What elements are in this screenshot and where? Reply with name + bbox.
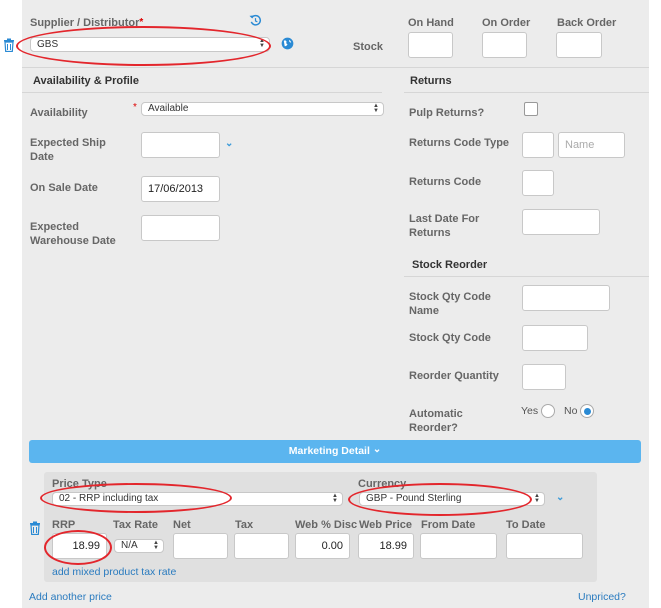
stock-label: Stock <box>353 41 383 53</box>
returns-code-label: Returns Code <box>409 176 482 188</box>
supplier-label: Supplier / Distributor* <box>30 17 144 29</box>
rrp-input[interactable]: 18.99 <box>52 533 107 559</box>
delete-supplier-icon[interactable] <box>3 38 15 52</box>
expected-ship-date-label: Expected Ship Date <box>30 137 106 163</box>
required-marker: * <box>133 102 137 113</box>
select-arrows-icon: ▲ ▼ <box>373 103 379 114</box>
tax-label: Tax <box>235 519 254 531</box>
stock-qty-code-label: Stock Qty Code <box>409 332 491 344</box>
returns-code-type-label: Returns Code Type <box>409 137 510 149</box>
on-hand-input[interactable] <box>408 32 453 58</box>
web-disc-input[interactable]: 0.00 <box>295 533 350 559</box>
reorder-quantity-label: Reorder Quantity <box>409 370 499 382</box>
pulp-returns-label: Pulp Returns? <box>409 107 485 119</box>
divider <box>22 92 382 93</box>
back-order-label: Back Order <box>557 17 617 29</box>
on-sale-date-input[interactable]: 17/06/2013 <box>141 176 220 202</box>
product-supply-panel: Supplier / Distributor* GBS ▲ ▼ Stock On … <box>22 0 649 608</box>
select-arrows-icon: ▲ ▼ <box>153 540 159 551</box>
automatic-reorder-no-radio[interactable] <box>580 404 594 418</box>
divider <box>404 276 649 277</box>
currency-select[interactable]: GBP - Pound Sterling ▲ ▼ <box>359 492 545 506</box>
stock-qty-code-name-input[interactable] <box>522 285 610 311</box>
tax-rate-label: Tax Rate <box>113 519 159 531</box>
add-mixed-tax-rate-link[interactable]: add mixed product tax rate <box>52 566 176 578</box>
on-order-input[interactable] <box>482 32 527 58</box>
returns-code-name-input[interactable]: Name <box>558 132 625 158</box>
stock-qty-code-input[interactable] <box>522 325 588 351</box>
on-sale-date-label: On Sale Date <box>30 182 98 194</box>
currency-label: Currency <box>358 478 407 490</box>
on-order-label: On Order <box>482 17 531 29</box>
automatic-reorder-yes-radio[interactable] <box>541 404 555 418</box>
rrp-label: RRP <box>52 519 76 531</box>
select-arrows-icon: ▲ ▼ <box>534 493 540 504</box>
marketing-detail-toggle[interactable]: Marketing Detail ⌄ <box>29 440 641 463</box>
to-date-input[interactable] <box>506 533 583 559</box>
expected-ship-date-input[interactable] <box>141 132 220 158</box>
price-type-label: Price Type <box>52 478 107 490</box>
returns-code-input[interactable] <box>522 170 554 196</box>
from-date-label: From Date <box>421 519 476 531</box>
select-arrows-icon: ▲ ▼ <box>332 493 338 504</box>
returns-code-type-input[interactable] <box>522 132 554 158</box>
reorder-quantity-input[interactable] <box>522 364 566 390</box>
tax-rate-select[interactable]: N/A ▲ ▼ <box>114 539 164 553</box>
divider <box>404 92 649 93</box>
globe-icon[interactable] <box>281 37 294 50</box>
last-date-for-returns-label: Last Date For Returns <box>409 213 480 239</box>
history-icon[interactable] <box>249 14 262 27</box>
yes-label: Yes <box>521 405 539 417</box>
stock-reorder-section-title: Stock Reorder <box>412 259 488 271</box>
delete-price-icon[interactable] <box>29 521 41 535</box>
returns-section-title: Returns <box>410 75 452 87</box>
availability-select[interactable]: Available ▲ ▼ <box>141 102 384 116</box>
add-another-price-link[interactable]: Add another price <box>29 591 112 603</box>
availability-section-title: Availability & Profile <box>33 75 139 87</box>
to-date-label: To Date <box>506 519 546 531</box>
supplier-select[interactable]: GBS ▲ ▼ <box>30 37 270 52</box>
net-input[interactable] <box>173 533 228 559</box>
pulp-returns-checkbox[interactable] <box>524 102 538 116</box>
divider <box>22 67 649 68</box>
web-price-label: Web Price <box>359 519 412 531</box>
expand-chevron-icon[interactable]: ⌄ <box>556 492 564 503</box>
last-date-for-returns-input[interactable] <box>522 209 600 235</box>
expected-warehouse-date-label: Expected Warehouse Date <box>30 221 116 247</box>
expected-warehouse-date-input[interactable] <box>141 215 220 241</box>
price-type-select[interactable]: 02 - RRP including tax ▲ ▼ <box>52 492 343 506</box>
stock-qty-code-name-label: Stock Qty Code Name <box>409 291 491 317</box>
unpriced-link[interactable]: Unpriced? <box>578 591 626 603</box>
no-label: No <box>564 405 578 417</box>
chevron-down-icon: ⌄ <box>372 444 382 455</box>
web-price-input[interactable]: 18.99 <box>358 533 414 559</box>
automatic-reorder-label: Automatic Reorder? <box>409 408 463 434</box>
net-label: Net <box>173 519 191 531</box>
from-date-input[interactable] <box>420 533 497 559</box>
back-order-input[interactable] <box>556 32 602 58</box>
tax-input[interactable] <box>234 533 289 559</box>
expand-chevron-icon[interactable]: ⌄ <box>225 138 233 149</box>
availability-label: Availability <box>30 107 88 119</box>
select-arrows-icon: ▲ ▼ <box>259 38 265 49</box>
web-disc-label: Web % Disc <box>295 519 358 531</box>
on-hand-label: On Hand <box>408 17 454 29</box>
